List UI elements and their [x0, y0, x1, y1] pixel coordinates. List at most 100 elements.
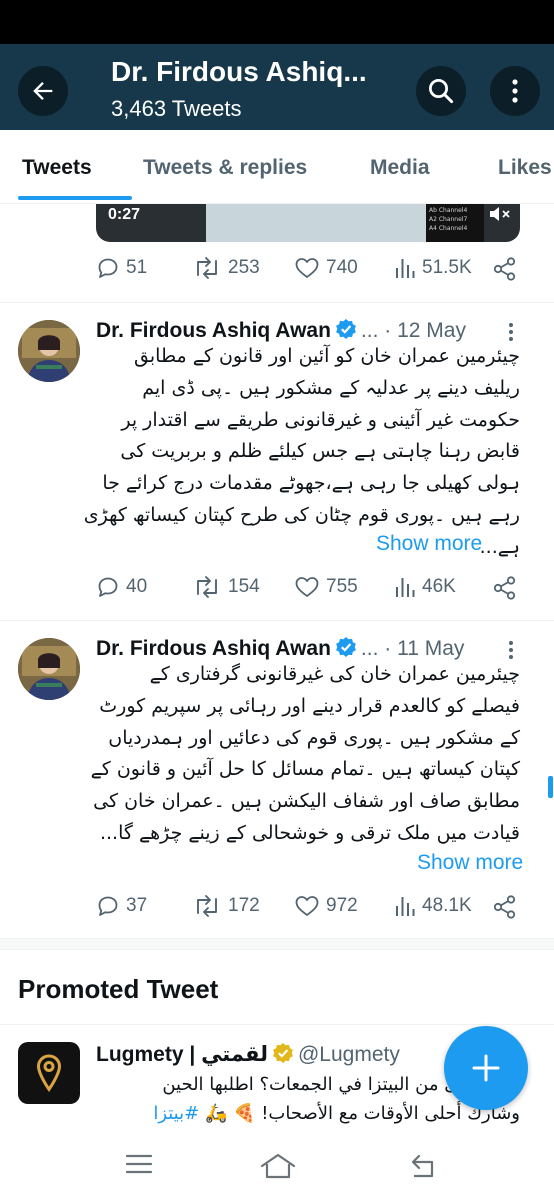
- profile-name: Dr. Firdous Ashiq...: [111, 56, 367, 87]
- heart-icon: [295, 896, 319, 916]
- search-icon: [429, 79, 454, 104]
- avatar[interactable]: [18, 320, 80, 382]
- panel-line: A2 Channel7: [429, 216, 468, 223]
- tweet-date: · 12 May: [384, 319, 466, 342]
- share-button[interactable]: [492, 256, 518, 282]
- advertiser-handle: @Lugmety: [297, 1043, 400, 1066]
- retweet-icon: [197, 895, 217, 917]
- arrow-left-icon: [33, 82, 53, 100]
- views-button[interactable]: 46K: [394, 575, 456, 599]
- speaker-muted-icon: [490, 207, 510, 221]
- views-bar-chart-icon: [396, 259, 415, 278]
- views-button[interactable]: 48.1K: [394, 894, 472, 918]
- tab-media[interactable]: Media: [370, 156, 430, 180]
- vertical-dots-icon: [509, 641, 513, 659]
- tweet-divider: [0, 1024, 554, 1025]
- panel-line: A4 Channel4: [429, 225, 468, 232]
- like-button[interactable]: 972: [294, 894, 358, 918]
- like-button[interactable]: 755: [294, 575, 358, 599]
- tweet-text-line: قابض رہنا چاہتی ہے جس کیلئے ظلم و بربریت…: [120, 440, 520, 463]
- compose-tweet-button[interactable]: [444, 1026, 528, 1110]
- show-more-link[interactable]: Show more: [417, 851, 523, 875]
- tweet-text-line: قیادت میں ملک ترقی و خوشحالی کے زینے چڑھ…: [99, 821, 520, 844]
- author-name[interactable]: Dr. Firdous Ashiq Awan: [96, 637, 331, 660]
- advertiser-name[interactable]: Lugmety | لقمتي: [96, 1043, 268, 1066]
- recent-apps-button[interactable]: [124, 1152, 154, 1181]
- vertical-dots-icon: [512, 79, 518, 103]
- reply-button[interactable]: 37: [96, 894, 147, 918]
- video-duration: 0:27: [108, 206, 141, 223]
- video-thumbnail[interactable]: Ab Channel4 A2 Channel7 A4 Channel4 0:27: [96, 204, 520, 242]
- reply-button[interactable]: 51: [96, 256, 147, 280]
- view-count: 51.5K: [422, 257, 472, 278]
- share-icon: [493, 895, 516, 919]
- retweet-icon: [197, 257, 217, 279]
- tweet-text-line: مطابق صاف اور شفاف الیکشن ہیں ۔عمران خان…: [93, 790, 520, 813]
- like-button[interactable]: 740: [294, 256, 358, 280]
- tweet-text-line: کپتان کیساتھ ہیں ۔تمام مسائل کا حل آئین …: [90, 758, 520, 781]
- promo-text-line-2: وشارك أحلى الأوقات مع الأصحاب! 🍕 🛵 #بيتز…: [96, 1099, 520, 1128]
- tweet-text: چیئرمین عمران خان کی غیرقانونی گرفتاری ک…: [90, 659, 520, 850]
- reply-count: 51: [126, 257, 148, 278]
- vertical-dots-icon: [509, 323, 513, 341]
- like-count: 740: [326, 257, 358, 278]
- reply-icon: [98, 258, 118, 278]
- show-more-link[interactable]: Show more: [376, 532, 482, 556]
- search-button[interactable]: [416, 66, 466, 116]
- tweet-text-line: رہے ہیں ۔پوری قوم چٹان کی طرح کپتان کیسا…: [83, 503, 520, 526]
- panel-line: Ab Channel4: [429, 207, 468, 214]
- tweet-actions: 40 154 755 46K: [96, 575, 526, 607]
- hashtag-link[interactable]: #بيتزا: [153, 1103, 199, 1124]
- recent-apps-icon: [125, 1154, 153, 1174]
- tweet-actions: 51 253 740 51.5K: [96, 256, 526, 288]
- retweet-count: 154: [228, 576, 260, 597]
- like-count: 972: [326, 895, 358, 916]
- author-name[interactable]: Dr. Firdous Ashiq Awan: [96, 319, 331, 342]
- author-handle-truncated: ...: [360, 319, 379, 342]
- tweet-date: · 11 May: [384, 637, 465, 660]
- retweet-button[interactable]: 253: [192, 256, 260, 280]
- back-nav-button[interactable]: [406, 1152, 438, 1185]
- view-count: 48.1K: [422, 895, 472, 916]
- tweet-text-line: ریلیف دینے پر عدلیہ کے مشکور ہیں ۔پی ڈی …: [142, 376, 520, 399]
- tab-likes[interactable]: Likes: [498, 156, 552, 180]
- views-bar-chart-icon: [396, 578, 415, 597]
- retweet-button[interactable]: 172: [192, 894, 260, 918]
- tweet-divider: [0, 620, 554, 621]
- tab-tweets[interactable]: Tweets: [22, 156, 92, 180]
- tweet-text-line: کے مشکور ہیں ۔پوری قوم کی دعائیں اور ہمد…: [108, 726, 520, 749]
- video-overlay-panel: Ab Channel4 A2 Channel7 A4 Channel4: [426, 204, 484, 242]
- video-frame: [206, 204, 436, 242]
- home-button[interactable]: [258, 1152, 298, 1185]
- retweet-button[interactable]: 154: [192, 575, 260, 599]
- tweet-text-line: حکومت غیر آئینی و غیرقانونی طریقے سے اقت…: [121, 408, 520, 431]
- tweet-text-line: فیصلے کو کالعدم قرار دینے اور رہائی پر س…: [99, 694, 520, 717]
- tweet-text: چیئرمین عمران خان کو آئین اور قانون کے م…: [83, 341, 520, 564]
- plus-icon: [472, 1054, 500, 1082]
- heart-icon: [295, 258, 319, 278]
- view-count: 46K: [422, 576, 456, 597]
- reply-count: 37: [126, 895, 148, 916]
- share-button[interactable]: [492, 575, 518, 601]
- reply-icon: [98, 896, 118, 916]
- tweet-text-line: چیئرمین عمران خان کو آئین اور قانون کے م…: [134, 345, 520, 367]
- profile-header: Dr. Firdous Ashiq... 3,463 Tweets: [0, 44, 554, 130]
- advertiser-avatar[interactable]: [18, 1042, 80, 1104]
- tweet-text-line: چیئرمین عمران خان کی غیرقانونی گرفتاری ک…: [149, 663, 520, 685]
- section-divider: [0, 938, 554, 950]
- back-button[interactable]: [18, 66, 68, 116]
- scrollbar-thumb[interactable]: [548, 776, 553, 798]
- retweet-count: 172: [228, 895, 260, 916]
- profile-photo-icon: [18, 638, 80, 700]
- reply-button[interactable]: 40: [96, 575, 147, 599]
- views-button[interactable]: 51.5K: [394, 256, 472, 280]
- active-tab-indicator: [18, 196, 132, 200]
- verified-badge-icon: [336, 637, 356, 657]
- mute-button[interactable]: [488, 204, 514, 229]
- share-button[interactable]: [492, 894, 518, 920]
- share-icon: [493, 576, 516, 600]
- more-options-button[interactable]: [490, 66, 540, 116]
- tweet-text-line: ہولی کھیلی جا رہی ہے،جھوٹے مقدمات درج کر…: [102, 472, 520, 495]
- avatar[interactable]: [18, 638, 80, 700]
- tab-tweets-replies[interactable]: Tweets & replies: [143, 156, 307, 180]
